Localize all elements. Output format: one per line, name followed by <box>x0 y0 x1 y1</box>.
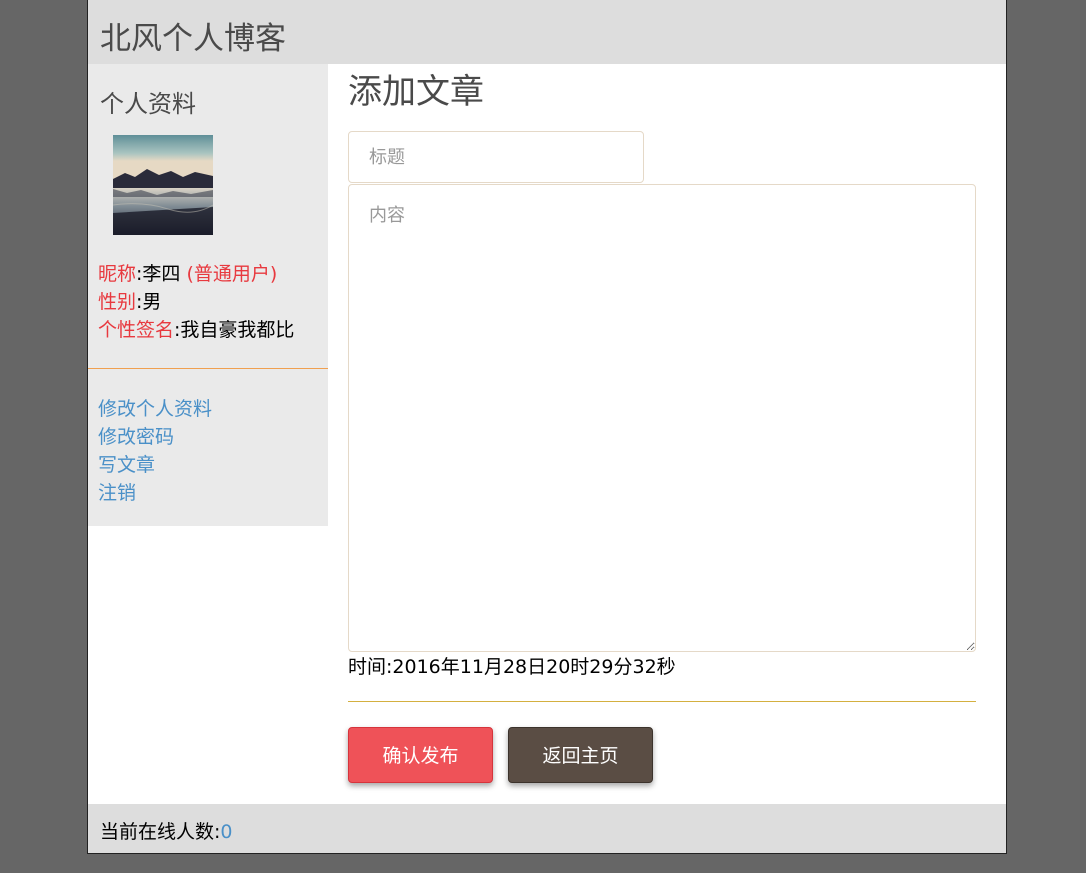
title-input[interactable] <box>348 131 644 183</box>
nickname-value: 李四 <box>142 263 181 285</box>
online-label: 当前在线人数 <box>100 821 215 843</box>
sidebar-heading: 个人资料 <box>100 90 196 118</box>
nickname-label: 昵称 <box>98 263 137 285</box>
time-label: 时间 <box>348 656 387 678</box>
sidebar-nav: 修改个人资料 修改密码 写文章 注销 <box>98 395 212 507</box>
page-title: 添加文章 <box>348 72 484 112</box>
profile-nickname-row: 昵称:李四 (普通用户) <box>98 260 294 288</box>
signature-value: 我自豪我都比 <box>180 319 295 341</box>
signature-label: 个性签名 <box>98 319 175 341</box>
gender-value: 男 <box>142 291 162 313</box>
write-article-link[interactable]: 写文章 <box>98 451 212 479</box>
gender-label: 性别 <box>98 291 137 313</box>
edit-profile-link[interactable]: 修改个人资料 <box>98 395 212 423</box>
profile-info: 昵称:李四 (普通用户) 性别:男 个性签名:我自豪我都比 <box>98 260 294 344</box>
profile-gender-row: 性别:男 <box>98 288 294 316</box>
timestamp: 时间:2016年11月28日20时29分32秒 <box>348 652 676 679</box>
logout-link[interactable]: 注销 <box>98 479 212 507</box>
avatar-lake-image <box>113 135 213 235</box>
online-count[interactable]: 0 <box>220 821 232 843</box>
profile-signature-row: 个性签名:我自豪我都比 <box>98 316 294 344</box>
site-title[interactable]: 北风个人博客 <box>100 13 286 58</box>
change-password-link[interactable]: 修改密码 <box>98 423 212 451</box>
time-value: 2016年11月28日20时29分32秒 <box>392 656 676 678</box>
site-header: 北风个人博客 <box>88 0 1006 64</box>
content-textarea[interactable] <box>348 184 976 652</box>
back-home-button[interactable]: 返回主页 <box>508 727 653 783</box>
avatar <box>113 135 213 235</box>
sidebar-divider <box>88 368 328 369</box>
page-container: 北风个人博客 个人资料 昵称:李四 (普通用户) 性别:男 个性签名:我自豪我都… <box>87 0 1007 854</box>
user-role-badge: (普通用户) <box>186 263 278 285</box>
publish-button[interactable]: 确认发布 <box>348 727 493 783</box>
form-divider <box>348 701 976 702</box>
online-users: 当前在线人数:0 <box>100 817 233 844</box>
site-footer: 当前在线人数:0 <box>88 804 1006 853</box>
profile-sidebar: 个人资料 昵称:李四 (普通用户) 性别:男 个性签名:我自豪我都比 修改个人资… <box>88 64 328 526</box>
